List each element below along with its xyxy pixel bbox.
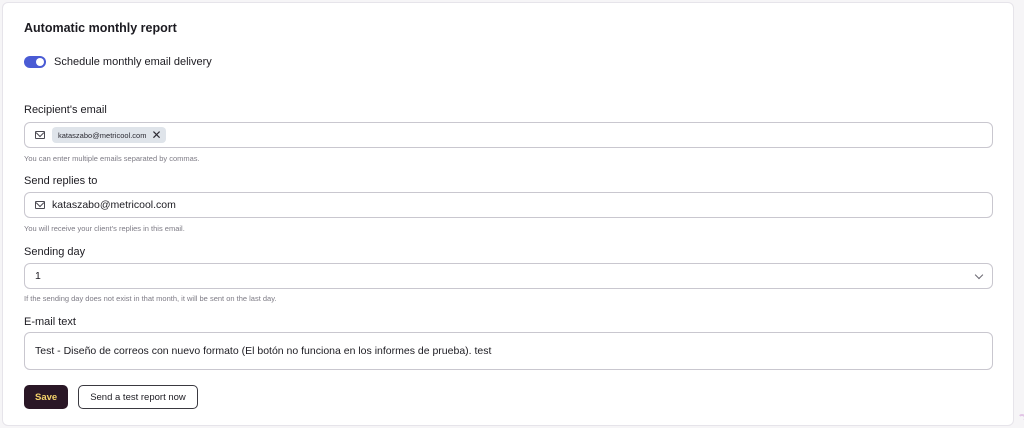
close-icon[interactable]: ✕ xyxy=(151,129,161,141)
mail-icon xyxy=(35,131,45,139)
recipient-chip-text: kataszabo@metricool.com xyxy=(58,130,147,140)
recipient-help-text: You can enter multiple emails separated … xyxy=(24,154,200,163)
mail-icon xyxy=(35,201,45,209)
action-buttons: Save Send a test report now xyxy=(24,385,198,409)
sending-day-label: Sending day xyxy=(24,246,86,258)
email-text-field[interactable]: Test - Diseño de correos con nuevo forma… xyxy=(24,332,993,370)
send-test-report-button[interactable]: Send a test report now xyxy=(78,385,198,409)
corner-decoration xyxy=(1018,414,1024,422)
save-button[interactable]: Save xyxy=(24,385,69,409)
schedule-toggle[interactable] xyxy=(24,56,46,68)
recipient-chip[interactable]: kataszabo@metricool.com ✕ xyxy=(52,127,166,143)
chevron-down-icon xyxy=(974,270,984,279)
send-replies-value: kataszabo@metricool.com xyxy=(52,199,176,211)
send-replies-field[interactable]: kataszabo@metricool.com xyxy=(24,192,993,218)
send-replies-help-text: You will receive your client's replies i… xyxy=(24,224,185,233)
recipient-email-label: Recipient's email xyxy=(24,104,107,116)
recipient-email-field[interactable]: kataszabo@metricool.com ✕ xyxy=(24,122,993,148)
report-settings-card: Automatic monthly report Schedule monthl… xyxy=(2,2,1014,426)
section-title: Automatic monthly report xyxy=(24,21,177,35)
sending-day-help-text: If the sending day does not exist in tha… xyxy=(24,294,277,303)
schedule-toggle-row: Schedule monthly email delivery xyxy=(24,56,212,68)
sending-day-select[interactable]: 1 xyxy=(24,263,993,289)
sending-day-value: 1 xyxy=(35,270,41,282)
email-text-value: Test - Diseño de correos con nuevo forma… xyxy=(35,345,492,357)
schedule-toggle-label: Schedule monthly email delivery xyxy=(54,56,212,68)
send-replies-label: Send replies to xyxy=(24,175,98,187)
toggle-knob xyxy=(36,58,44,66)
email-text-label: E-mail text xyxy=(24,316,76,328)
